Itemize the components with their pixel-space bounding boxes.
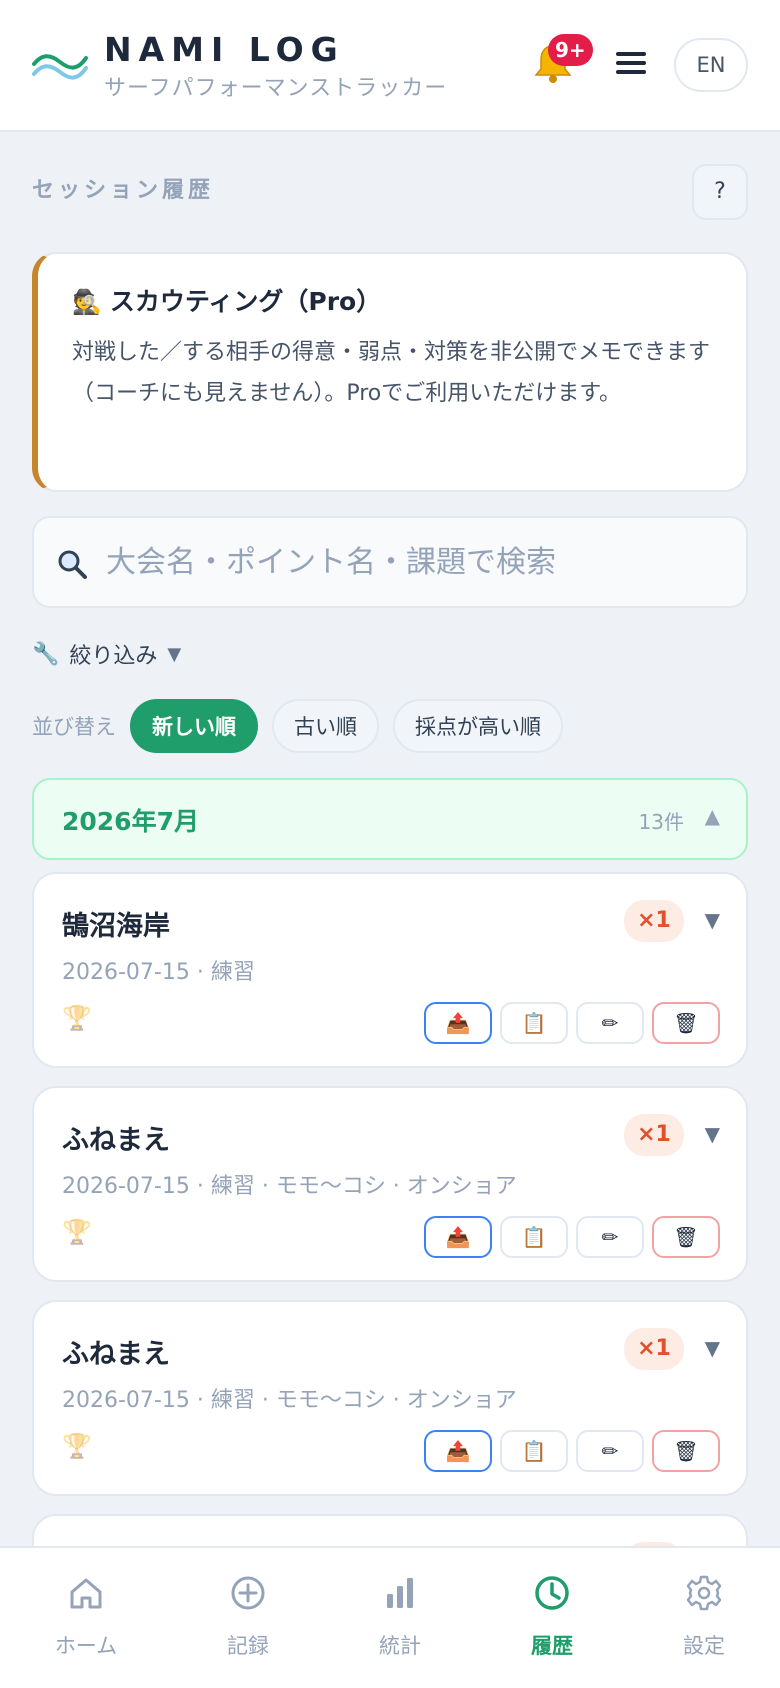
chevron-down-icon[interactable]: ▼	[705, 1336, 720, 1360]
help-button[interactable]: ?	[692, 164, 748, 220]
session-spot-name: ふねまえ	[62, 1339, 170, 1370]
trophy-icon: 🏆	[62, 1004, 92, 1032]
session-spot-name: 鵠沼海岸	[62, 911, 170, 942]
nav-home[interactable]: ホーム	[16, 1548, 156, 1688]
multiplier-badge: ×1	[624, 900, 684, 942]
multiplier-badge: ×1	[624, 1328, 684, 1370]
month-group-header[interactable]: 2026年7月 13件 ▲	[32, 778, 748, 860]
wrench-icon: 🔧	[32, 641, 60, 667]
nav-settings-label: 設定	[683, 1634, 725, 1658]
wave-logo-icon	[32, 54, 88, 80]
session-actions: 📤 📋 ✏ 🗑	[416, 1430, 720, 1472]
delete-button[interactable]: 🗑	[652, 1430, 720, 1472]
notification-badge: 9+	[548, 34, 593, 66]
search-icon	[58, 550, 87, 579]
nav-stats-label: 統計	[379, 1634, 421, 1658]
plus-circle-icon	[231, 1576, 265, 1610]
trophy-icon: 🏆	[62, 1432, 92, 1460]
session-meta: 2026-07-15 · 練習	[62, 960, 255, 985]
search-box	[32, 516, 748, 608]
bar-chart-icon	[387, 1578, 413, 1608]
scouting-title-row: 🕵 スカウティング（Pro）	[72, 284, 710, 320]
clock-icon	[535, 1576, 569, 1610]
home-icon	[70, 1578, 102, 1609]
delete-button[interactable]: 🗑	[652, 1002, 720, 1044]
session-card[interactable]: 鵠沼海岸 2026-07-15 · 練習 ×1 ▼ 🏆 📤 📋 ✏ 🗑	[32, 872, 748, 1068]
app-title: NAMI LOG	[104, 30, 345, 69]
share-button[interactable]: 📤	[424, 1430, 492, 1472]
nav-home-label: ホーム	[54, 1634, 118, 1658]
delete-button[interactable]: 🗑	[652, 1216, 720, 1258]
session-meta: 2026-07-15 · 練習 · モモ〜コシ · オンショア	[62, 1388, 517, 1413]
page-title: セッション履歴	[32, 178, 215, 203]
brand: NAMI LOG サーフパフォーマンストラッカー	[104, 30, 447, 106]
chevron-up-icon: ▲	[704, 804, 720, 828]
gear-icon	[686, 1575, 722, 1611]
nav-history[interactable]: 履歴	[482, 1548, 622, 1688]
multiplier-badge: ×1	[624, 1114, 684, 1156]
session-actions: 📤 📋 ✏ 🗑	[416, 1216, 720, 1258]
sort-oldest-chip[interactable]: 古い順	[272, 699, 379, 753]
chevron-down-icon[interactable]: ▼	[705, 1122, 720, 1146]
scouting-title: スカウティング（Pro）	[109, 287, 382, 316]
search-input[interactable]	[106, 518, 726, 606]
trophy-icon: 🏆	[62, 1218, 92, 1246]
copy-button[interactable]: 📋	[500, 1002, 568, 1044]
sort-bar: 並び替え 新しい順 古い順 採点が高い順	[32, 698, 577, 754]
session-card[interactable]: ふねまえ 2026-07-15 · 練習 · モモ〜コシ · オンショア ×1 …	[32, 1300, 748, 1496]
chevron-down-icon: ▼	[167, 643, 182, 665]
filter-label: 絞り込み	[69, 644, 158, 669]
nav-record[interactable]: 記録	[178, 1548, 318, 1688]
chevron-down-icon[interactable]: ▼	[705, 908, 720, 932]
session-actions: 📤 📋 ✏ 🗑	[416, 1002, 720, 1044]
hamburger-menu-icon[interactable]	[616, 52, 646, 78]
sort-label: 並び替え	[32, 715, 116, 739]
copy-button[interactable]: 📋	[500, 1216, 568, 1258]
copy-button[interactable]: 📋	[500, 1430, 568, 1472]
language-toggle-button[interactable]: EN	[674, 38, 748, 92]
sort-newest-chip[interactable]: 新しい順	[130, 699, 258, 753]
share-button[interactable]: 📤	[424, 1216, 492, 1258]
scouting-pro-card[interactable]: 🕵 スカウティング（Pro） 対戦した／する相手の得意・弱点・対策を非公開でメモで…	[32, 252, 748, 492]
session-spot-name: ふねまえ	[62, 1125, 170, 1156]
bottom-navigation: ホーム 記録 統計 履歴 設定	[0, 1546, 780, 1688]
month-title: 2026年7月	[62, 807, 199, 836]
edit-button[interactable]: ✏	[576, 1430, 644, 1472]
edit-button[interactable]: ✏	[576, 1002, 644, 1044]
detective-icon: 🕵	[72, 288, 102, 316]
nav-settings[interactable]: 設定	[634, 1548, 774, 1688]
filter-toggle[interactable]: 🔧 絞り込み ▼	[32, 636, 181, 672]
nav-record-label: 記録	[227, 1634, 269, 1658]
app-subtitle: サーフパフォーマンストラッカー	[104, 76, 448, 101]
nav-history-label: 履歴	[531, 1634, 573, 1658]
session-meta: 2026-07-15 · 練習 · モモ〜コシ · オンショア	[62, 1174, 517, 1199]
app-header: NAMI LOG サーフパフォーマンストラッカー 9+ EN	[0, 0, 780, 132]
scouting-description: 対戦した／する相手の得意・弱点・対策を非公開でメモできます（コーチにも見えません…	[72, 340, 711, 406]
month-count: 13件	[638, 810, 684, 834]
share-button[interactable]: 📤	[424, 1002, 492, 1044]
nav-stats[interactable]: 統計	[330, 1548, 470, 1688]
edit-button[interactable]: ✏	[576, 1216, 644, 1258]
session-card[interactable]: ふねまえ 2026-07-15 · 練習 · モモ〜コシ · オンショア ×1 …	[32, 1086, 748, 1282]
sort-score-chip[interactable]: 採点が高い順	[393, 699, 563, 753]
